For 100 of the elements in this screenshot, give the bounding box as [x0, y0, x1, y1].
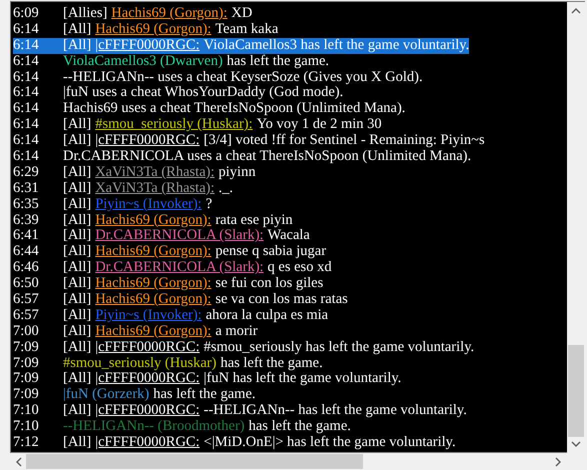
message-text: <|MiD.OnE|> has left the game voluntarily.	[204, 435, 456, 451]
speaker-name: XaViN3Ta (Rhasta):	[95, 180, 215, 197]
timestamp: 7:12	[13, 435, 40, 451]
message-row[interactable]: 6:41 [All] Dr.CABERNICOLA (Slark): Wacala	[13, 228, 310, 244]
message-row[interactable]: 6:14 ViolaCamellos3 (Dwarven) has left the game.	[13, 54, 330, 70]
system-notice: --HELIGANn-- uses a cheat KeyserSoze (Gives you X Gold).	[63, 70, 423, 86]
speaker-name: Piyin~s (Invoker):	[95, 196, 202, 213]
message-row[interactable]: 6:57 [All] Piyin~s (Invoker): ahora la culpa es mia	[13, 308, 328, 324]
speaker-name: Hachis69 (Gorgon):	[111, 6, 228, 22]
timestamp: 7:09	[13, 356, 40, 372]
message-row[interactable]: 7:12 [All] |cFFFF0000RGC: <|MiD.OnE|> has left the game voluntarily.	[13, 435, 456, 451]
message-row[interactable]: 6:14 [All] |cFFFF0000RGC: [3/4] voted !ff for Sentinel - Remaining: Piyin~s	[13, 133, 485, 150]
speaker-name: Piyin~s (Invoker):	[95, 308, 202, 324]
message-row[interactable]: 6:57 [All] Hachis69 (Gorgon): se va con los mas ratas	[13, 292, 348, 308]
timestamp: 7:10	[13, 419, 40, 436]
message-text: Wacala	[268, 228, 310, 244]
message-row[interactable]: 6:31 [All] XaViN3Ta (Rhasta): ._.	[13, 180, 234, 197]
message-row[interactable]: 7:10 --HELIGANn-- (Broodmother) has left the game.	[13, 419, 351, 436]
message-text: ViolaCamellos3 has left the game voluntarily.	[204, 38, 470, 54]
channel-tag: [All]	[63, 371, 92, 388]
scrollbar-thumb[interactable]	[26, 454, 363, 469]
speaker-name: Hachis69 (Gorgon):	[95, 292, 212, 308]
event-text: has left the game.	[220, 356, 323, 372]
message-text: rata ese piyin	[215, 212, 293, 228]
event-text: has left the game.	[248, 419, 351, 436]
message-row[interactable]: 6:50 [All] Hachis69 (Gorgon): se fui con los giles	[13, 276, 324, 292]
channel-tag: [Allies]	[63, 6, 108, 22]
timestamp: 7:10	[13, 403, 40, 420]
message-text: Team kaka	[215, 22, 278, 38]
channel-tag: [All]	[63, 180, 92, 197]
channel-tag: [All]	[63, 22, 92, 38]
channel-tag: [All]	[63, 228, 92, 244]
message-row[interactable]: 6:46 [All] Dr.CABERNICOLA (Slark): q es eso xd	[13, 260, 332, 276]
timestamp: 6:31	[13, 180, 40, 197]
timestamp: 6:09	[13, 6, 40, 22]
speaker-name: |cFFFF0000RGC:	[95, 435, 200, 451]
timestamp: 7:09	[13, 371, 40, 388]
message-text: ._.	[218, 180, 234, 197]
message-row[interactable]: 6:09 [Allies] Hachis69 (Gorgon): XD	[13, 6, 252, 22]
speaker-name: Dr.CABERNICOLA (Slark):	[95, 228, 264, 244]
speaker-name: #smou_seriously (Huskar):	[95, 117, 253, 134]
timestamp: 6:14	[13, 22, 40, 38]
message-text: se va con los mas ratas	[215, 292, 348, 308]
message-row[interactable]: 6:14 --HELIGANn-- uses a cheat KeyserSoze (Gives you X Gold).	[13, 70, 423, 86]
channel-tag: [All]	[63, 133, 92, 150]
timestamp: 6:29	[13, 164, 40, 181]
channel-tag: [All]	[63, 38, 92, 54]
message-text: XD	[231, 6, 252, 22]
channel-tag: [All]	[63, 324, 92, 340]
player-name: #smou_seriously (Huskar)	[63, 356, 216, 372]
system-notice: Dr.CABERNICOLA uses a cheat ThereIsNoSpoon (Unlimited Mana).	[63, 149, 472, 165]
channel-tag: [All]	[63, 435, 92, 451]
speaker-name: |cFFFF0000RGC:	[95, 38, 200, 54]
message-row[interactable]: 7:09 [All] |cFFFF0000RGC: #smou_seriously has left the game voluntarily.	[13, 340, 474, 356]
message-row[interactable]: 6:14 Hachis69 uses a cheat ThereIsNoSpoon (Unlimited Mana).	[13, 101, 406, 118]
selected-message-row[interactable]: 6:14 [All] |cFFFF0000RGC: ViolaCamellos3 has left the game voluntarily.	[13, 38, 470, 54]
timestamp: 6:14	[13, 149, 40, 165]
speaker-name: Dr.CABERNICOLA (Slark):	[95, 260, 264, 276]
message-row[interactable]: 6:39 [All] Hachis69 (Gorgon): rata ese piyin	[13, 212, 293, 228]
timestamp: 6:14	[13, 85, 40, 102]
channel-tag: [All]	[63, 244, 92, 260]
message-row[interactable]: 6:14 [All] Hachis69 (Gorgon): Team kaka	[13, 22, 278, 38]
timestamp: 6:46	[13, 260, 40, 276]
message-row[interactable]: 6:44 [All] Hachis69 (Gorgon): pense q sabia jugar	[13, 244, 326, 260]
message-row[interactable]: 6:35 [All] Piyin~s (Invoker): ?	[13, 196, 212, 213]
timestamp: 6:39	[13, 212, 40, 228]
timestamp: 6:57	[13, 308, 40, 324]
message-row[interactable]: 7:09 #smou_seriously (Huskar) has left the game.	[13, 356, 323, 372]
channel-tag: [All]	[63, 260, 92, 276]
player-name: ViolaCamellos3 (Dwarven)	[63, 54, 223, 70]
channel-tag: [All]	[63, 308, 92, 324]
message-row[interactable]: 7:09 [All] |cFFFF0000RGC: |fuN has left the game voluntarily.	[13, 371, 402, 388]
timestamp: 7:09	[13, 387, 40, 404]
timestamp: 6:44	[13, 244, 40, 260]
message-row[interactable]: 7:09 |fuN (Gorzerk) has left the game.	[13, 387, 256, 404]
timestamp: 7:00	[13, 324, 40, 340]
message-row[interactable]: 7:00 [All] Hachis69 (Gorgon): a morir	[13, 324, 258, 340]
speaker-name: Hachis69 (Gorgon):	[95, 22, 212, 38]
message-text: pense q sabia jugar	[215, 244, 326, 260]
event-text: has left the game.	[153, 387, 256, 404]
message-row[interactable]: 6:14 [All] #smou_seriously (Huskar): Yo voy 1 de 2 min 30	[13, 117, 382, 134]
message-row[interactable]: 6:14 |fuN uses a cheat WhosYourDaddy (God mode).	[13, 85, 344, 102]
channel-tag: [All]	[63, 292, 92, 308]
message-text: a morir	[215, 324, 258, 340]
message-text: |fuN has left the game voluntarily.	[204, 371, 402, 388]
message-text: piyinn	[218, 164, 256, 181]
message-row[interactable]: 7:10 [All] |cFFFF0000RGC: --HELIGANn-- has left the game voluntarily.	[13, 403, 467, 420]
message-text: ?	[206, 196, 212, 213]
channel-tag: [All]	[63, 164, 92, 181]
speaker-name: Hachis69 (Gorgon):	[95, 244, 212, 260]
message-text: ahora la culpa es mia	[206, 308, 328, 324]
message-text: Yo voy 1 de 2 min 30	[256, 117, 382, 134]
timestamp: 7:09	[13, 340, 40, 356]
scrollbar-thumb[interactable]	[568, 345, 584, 437]
message-row[interactable]: 6:14 Dr.CABERNICOLA uses a cheat ThereIsNoSpoon (Unlimited Mana).	[13, 149, 472, 165]
message-text: #smou_seriously has left the game voluntarily.	[204, 340, 474, 356]
timestamp: 6:35	[13, 196, 40, 213]
message-row[interactable]: 6:29 [All] XaViN3Ta (Rhasta): piyinn	[13, 164, 256, 181]
system-notice: Hachis69 uses a cheat ThereIsNoSpoon (Unlimited Mana).	[63, 101, 406, 118]
speaker-name: |cFFFF0000RGC:	[95, 371, 200, 388]
